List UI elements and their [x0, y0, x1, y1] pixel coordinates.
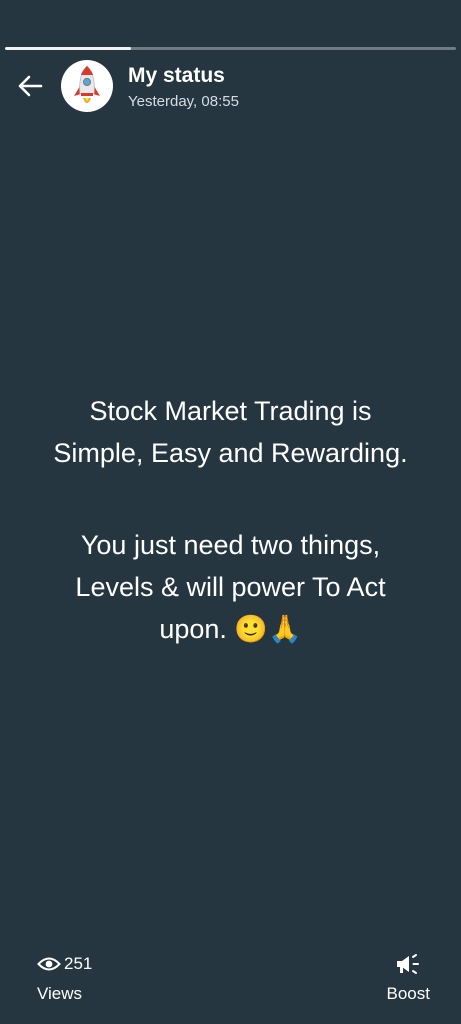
status-text: Stock Market Trading is Simple, Easy and… — [20, 390, 441, 650]
status-timestamp: Yesterday, 08:55 — [128, 93, 239, 110]
megaphone-icon — [397, 954, 420, 974]
status-progress-fill — [5, 47, 132, 50]
views-label: Views — [37, 984, 83, 1003]
eye-icon — [37, 957, 61, 971]
boost-label: Boost — [386, 984, 430, 1003]
views-button[interactable]: 251 Views — [37, 953, 127, 1005]
status-header-info: My status Yesterday, 08:55 — [128, 63, 239, 112]
avatar[interactable] — [61, 60, 113, 112]
page-title: My status — [128, 64, 225, 87]
status-progress-bar — [5, 47, 456, 50]
status-viewer: My status Yesterday, 08:55 Stock Market … — [0, 0, 461, 1024]
status-paragraph: You just need two things, Levels & will … — [75, 530, 386, 644]
arrow-left-icon — [18, 75, 43, 97]
status-paragraph: Stock Market Trading is Simple, Easy and… — [53, 396, 408, 468]
back-button[interactable] — [14, 70, 46, 102]
boost-button[interactable]: Boost — [387, 953, 430, 1005]
views-count-row: 251 — [37, 953, 127, 975]
rocket-icon — [74, 65, 100, 103]
views-count: 251 — [64, 954, 93, 973]
